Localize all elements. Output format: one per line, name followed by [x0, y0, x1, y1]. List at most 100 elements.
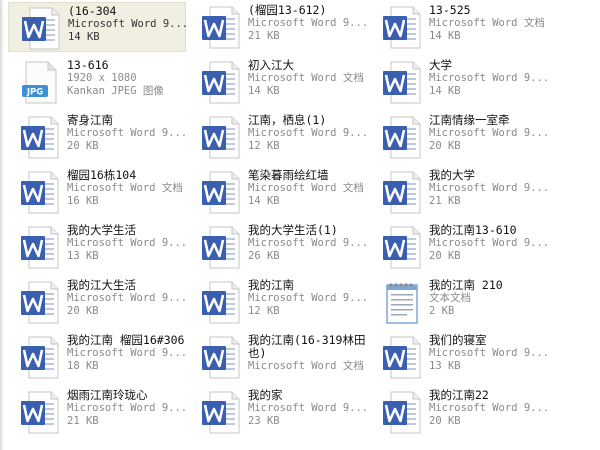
file-item[interactable]: JPG 13-616 1920 x 1080 Kankan JPEG 图像	[8, 57, 186, 107]
file-name: 笔染暮雨绘红墙	[248, 169, 329, 182]
file-name: 我的江南13-610	[429, 224, 517, 237]
file-item[interactable]: 我的江南 210 文本文档 2 KB	[370, 277, 548, 327]
file-type: 1920 x 1080	[67, 72, 137, 84]
file-text-block: 江南情缘一室牵 Microsoft Word 9... 20 KB	[429, 114, 547, 153]
file-size: 14 KB	[429, 85, 461, 97]
file-item[interactable]: 我的江南 榴园16#306 Microsoft Word 9... 18 KB	[8, 332, 186, 382]
file-text-block: 我的家 Microsoft Word 9... 23 KB	[248, 389, 366, 428]
file-text-block: 我的大学生活(1) Microsoft Word 9... 26 KB	[248, 224, 366, 263]
file-item[interactable]: 我的大学 Microsoft Word 9... 21 KB	[370, 167, 548, 217]
file-size: 13 KB	[429, 360, 461, 372]
file-text-block: (16-304 Microsoft Word 9... 14 KB	[68, 5, 186, 44]
file-item[interactable]: 我的江南(16-319林田也) Microsoft Word 文档	[189, 332, 367, 382]
file-type: Microsoft Word 9...	[248, 17, 366, 29]
file-name: (16-304	[68, 5, 117, 18]
file-size: 12 KB	[248, 140, 280, 152]
file-type: 文本文档	[429, 292, 471, 304]
file-type: Microsoft Word 9...	[429, 347, 547, 359]
word-doc-icon	[17, 279, 63, 325]
file-item[interactable]: 大学 Microsoft Word 9... 14 KB	[370, 57, 548, 107]
file-text-block: 我的江大生活 Microsoft Word 9... 20 KB	[67, 279, 185, 318]
word-doc-icon	[198, 169, 244, 215]
file-item[interactable]: 13-525 Microsoft Word 文档 14 KB	[370, 2, 548, 52]
file-item[interactable]: 烟雨江南玲珑心 Microsoft Word 9... 21 KB	[8, 387, 186, 437]
file-type: Microsoft Word 文档	[248, 182, 364, 194]
file-size: 14 KB	[248, 85, 280, 97]
file-item[interactable]: (16-304 Microsoft Word 9... 14 KB	[8, 2, 186, 52]
word-doc-icon	[379, 169, 425, 215]
file-type: Microsoft Word 9...	[67, 292, 185, 304]
file-item[interactable]: (榴园13-612) Microsoft Word 9... 21 KB	[189, 2, 367, 52]
file-size: 20 KB	[429, 140, 461, 152]
file-name: 我的江南	[248, 279, 294, 292]
file-text-block: 我的江南13-610 Microsoft Word 9... 20 KB	[429, 224, 547, 263]
file-item[interactable]: 我的江南22 Microsoft Word 9... 20 KB	[370, 387, 548, 437]
file-text-block: 我的江南(16-319林田也) Microsoft Word 文档	[248, 334, 366, 373]
file-type: Microsoft Word 9...	[67, 237, 185, 249]
file-text-block: 我的大学 Microsoft Word 9... 21 KB	[429, 169, 547, 208]
word-doc-icon	[198, 224, 244, 270]
word-doc-icon	[17, 224, 63, 270]
file-text-block: 我们的寝室 Microsoft Word 9... 13 KB	[429, 334, 547, 373]
file-size: 18 KB	[67, 360, 99, 372]
file-item[interactable]: 我的家 Microsoft Word 9... 23 KB	[189, 387, 367, 437]
word-doc-icon	[379, 59, 425, 105]
word-doc-icon	[198, 279, 244, 325]
file-text-block: 初入江大 Microsoft Word 文档 14 KB	[248, 59, 366, 98]
word-doc-icon	[198, 4, 244, 50]
file-size: 21 KB	[67, 415, 99, 427]
file-item[interactable]: 江南情缘一室牵 Microsoft Word 9... 20 KB	[370, 112, 548, 162]
file-name: 烟雨江南玲珑心	[67, 389, 148, 402]
file-text-block: 13-525 Microsoft Word 文档 14 KB	[429, 4, 547, 43]
file-size: 26 KB	[248, 250, 280, 262]
file-size: 14 KB	[429, 30, 461, 42]
file-size: 20 KB	[67, 140, 99, 152]
file-name: 13-616	[67, 59, 109, 72]
file-item[interactable]: 我的江南 Microsoft Word 9... 12 KB	[189, 277, 367, 327]
file-type: Microsoft Word 9...	[429, 72, 547, 84]
file-item[interactable]: 笔染暮雨绘红墙 Microsoft Word 文档 14 KB	[189, 167, 367, 217]
file-name: 初入江大	[248, 59, 294, 72]
file-type: Microsoft Word 9...	[67, 402, 185, 414]
file-item[interactable]: 我的江大生活 Microsoft Word 9... 20 KB	[8, 277, 186, 327]
file-item[interactable]: 我的大学生活 Microsoft Word 9... 13 KB	[8, 222, 186, 272]
word-doc-icon	[379, 224, 425, 270]
file-name: 我的江南(16-319林田也)	[248, 333, 366, 360]
file-item[interactable]: 江南，栖息(1) Microsoft Word 9... 12 KB	[189, 112, 367, 162]
file-size: 14 KB	[248, 195, 280, 207]
file-size: 21 KB	[429, 195, 461, 207]
file-name: 我的家	[248, 389, 283, 402]
file-size: 2 KB	[429, 305, 455, 317]
file-name: 我的江南 榴园16#306	[67, 334, 185, 347]
file-type: Microsoft Word 9...	[248, 402, 366, 414]
file-text-block: 13-616 1920 x 1080 Kankan JPEG 图像	[67, 59, 185, 98]
file-size: 13 KB	[67, 250, 99, 262]
file-name: 13-525	[429, 4, 471, 17]
file-item[interactable]: 寄身江南 Microsoft Word 9... 20 KB	[8, 112, 186, 162]
file-name: 我的大学	[429, 169, 475, 182]
file-text-block: 江南，栖息(1) Microsoft Word 9... 12 KB	[248, 114, 366, 153]
file-item[interactable]: 初入江大 Microsoft Word 文档 14 KB	[189, 57, 367, 107]
file-item[interactable]: 我的大学生活(1) Microsoft Word 9... 26 KB	[189, 222, 367, 272]
file-item[interactable]: 我的江南13-610 Microsoft Word 9... 20 KB	[370, 222, 548, 272]
file-size: 20 KB	[429, 415, 461, 427]
file-type: Microsoft Word 9...	[68, 18, 186, 30]
file-name: (榴园13-612)	[248, 4, 327, 17]
file-text-block: 我的江南22 Microsoft Word 9... 20 KB	[429, 389, 547, 428]
file-text-block: 我的大学生活 Microsoft Word 9... 13 KB	[67, 224, 185, 263]
file-size: 20 KB	[67, 305, 99, 317]
file-item[interactable]: 我们的寝室 Microsoft Word 9... 13 KB	[370, 332, 548, 382]
word-doc-icon	[379, 389, 425, 435]
file-text-block: (榴园13-612) Microsoft Word 9... 21 KB	[248, 4, 366, 43]
file-type: Microsoft Word 9...	[429, 182, 547, 194]
file-type: Microsoft Word 9...	[429, 127, 547, 139]
word-doc-icon	[17, 389, 63, 435]
file-text-block: 大学 Microsoft Word 9... 14 KB	[429, 59, 547, 98]
word-doc-icon	[198, 114, 244, 160]
file-type: Microsoft Word 文档	[248, 72, 364, 84]
file-item[interactable]: 榴园16栋104 Microsoft Word 文档 16 KB	[8, 167, 186, 217]
word-doc-icon	[379, 4, 425, 50]
file-name: 榴园16栋104	[67, 169, 137, 182]
file-text-block: 烟雨江南玲珑心 Microsoft Word 9... 21 KB	[67, 389, 185, 428]
file-text-block: 笔染暮雨绘红墙 Microsoft Word 文档 14 KB	[248, 169, 366, 208]
